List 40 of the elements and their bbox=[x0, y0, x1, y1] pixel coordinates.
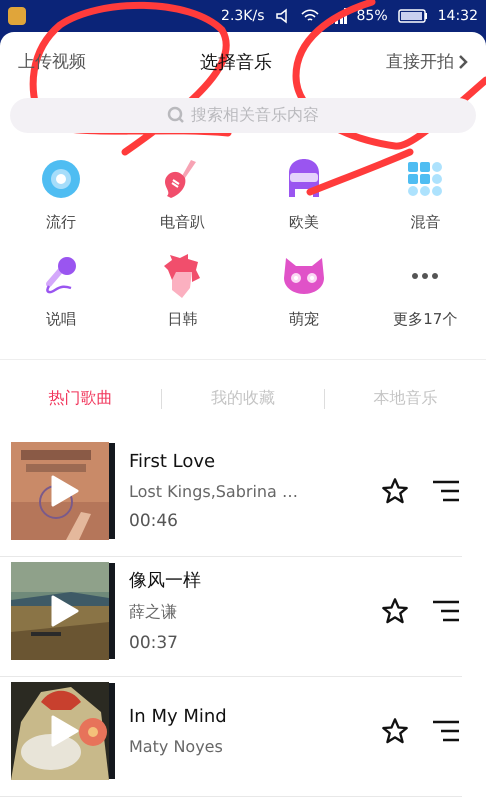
app-notification-icon bbox=[8, 7, 26, 25]
cat-face-icon bbox=[284, 258, 324, 294]
clock: 14:32 bbox=[438, 8, 478, 24]
song-artist: 薛之谦 bbox=[129, 602, 178, 624]
song-artist: Lost Kings,Sabrina … bbox=[129, 482, 299, 501]
song-title: In My Mind bbox=[129, 706, 228, 727]
category-label[interactable]: 日韩 bbox=[167, 310, 198, 330]
chevron-right-icon bbox=[458, 54, 468, 70]
wifi-icon bbox=[300, 9, 319, 23]
shoot-now-link[interactable]: 直接开拍 bbox=[386, 50, 468, 74]
category-label[interactable]: 混音 bbox=[410, 213, 440, 232]
network-speed: 2.3K/s bbox=[221, 8, 265, 24]
song-title: 像风一样 bbox=[129, 569, 202, 592]
song-title: First Love bbox=[129, 450, 216, 472]
play-icon[interactable] bbox=[51, 594, 79, 627]
battery-icon bbox=[398, 9, 428, 23]
vinyl-edge-icon bbox=[109, 442, 115, 539]
spiky-hair-head-icon bbox=[162, 254, 202, 298]
rocker-icon bbox=[286, 159, 321, 200]
more-icon bbox=[411, 272, 440, 280]
search-icon bbox=[167, 106, 185, 124]
battery-percent: 85% bbox=[356, 8, 388, 24]
category-label[interactable]: 欧美 bbox=[288, 213, 319, 232]
category-label[interactable]: 说唱 bbox=[46, 310, 76, 330]
song-artist: Maty Noyes bbox=[129, 736, 224, 756]
favorite-star-button[interactable] bbox=[380, 716, 410, 746]
vinyl-edge-icon bbox=[109, 682, 115, 779]
song-duration: 00:37 bbox=[129, 633, 179, 654]
disc-icon bbox=[42, 160, 80, 198]
category-label[interactable]: 萌宠 bbox=[288, 310, 319, 330]
song-duration: 00:46 bbox=[129, 510, 179, 531]
favorite-star-button[interactable] bbox=[380, 476, 410, 506]
favorite-star-button[interactable] bbox=[380, 596, 410, 626]
play-icon[interactable] bbox=[51, 474, 79, 507]
category-label[interactable]: 电音趴 bbox=[160, 213, 205, 232]
vinyl-edge-icon bbox=[109, 562, 115, 659]
category-label[interactable]: 流行 bbox=[46, 213, 76, 232]
category-label[interactable]: 更多17个 bbox=[393, 310, 458, 330]
grid-icon bbox=[407, 161, 444, 198]
tab[interactable]: 热门歌曲 bbox=[0, 387, 162, 410]
